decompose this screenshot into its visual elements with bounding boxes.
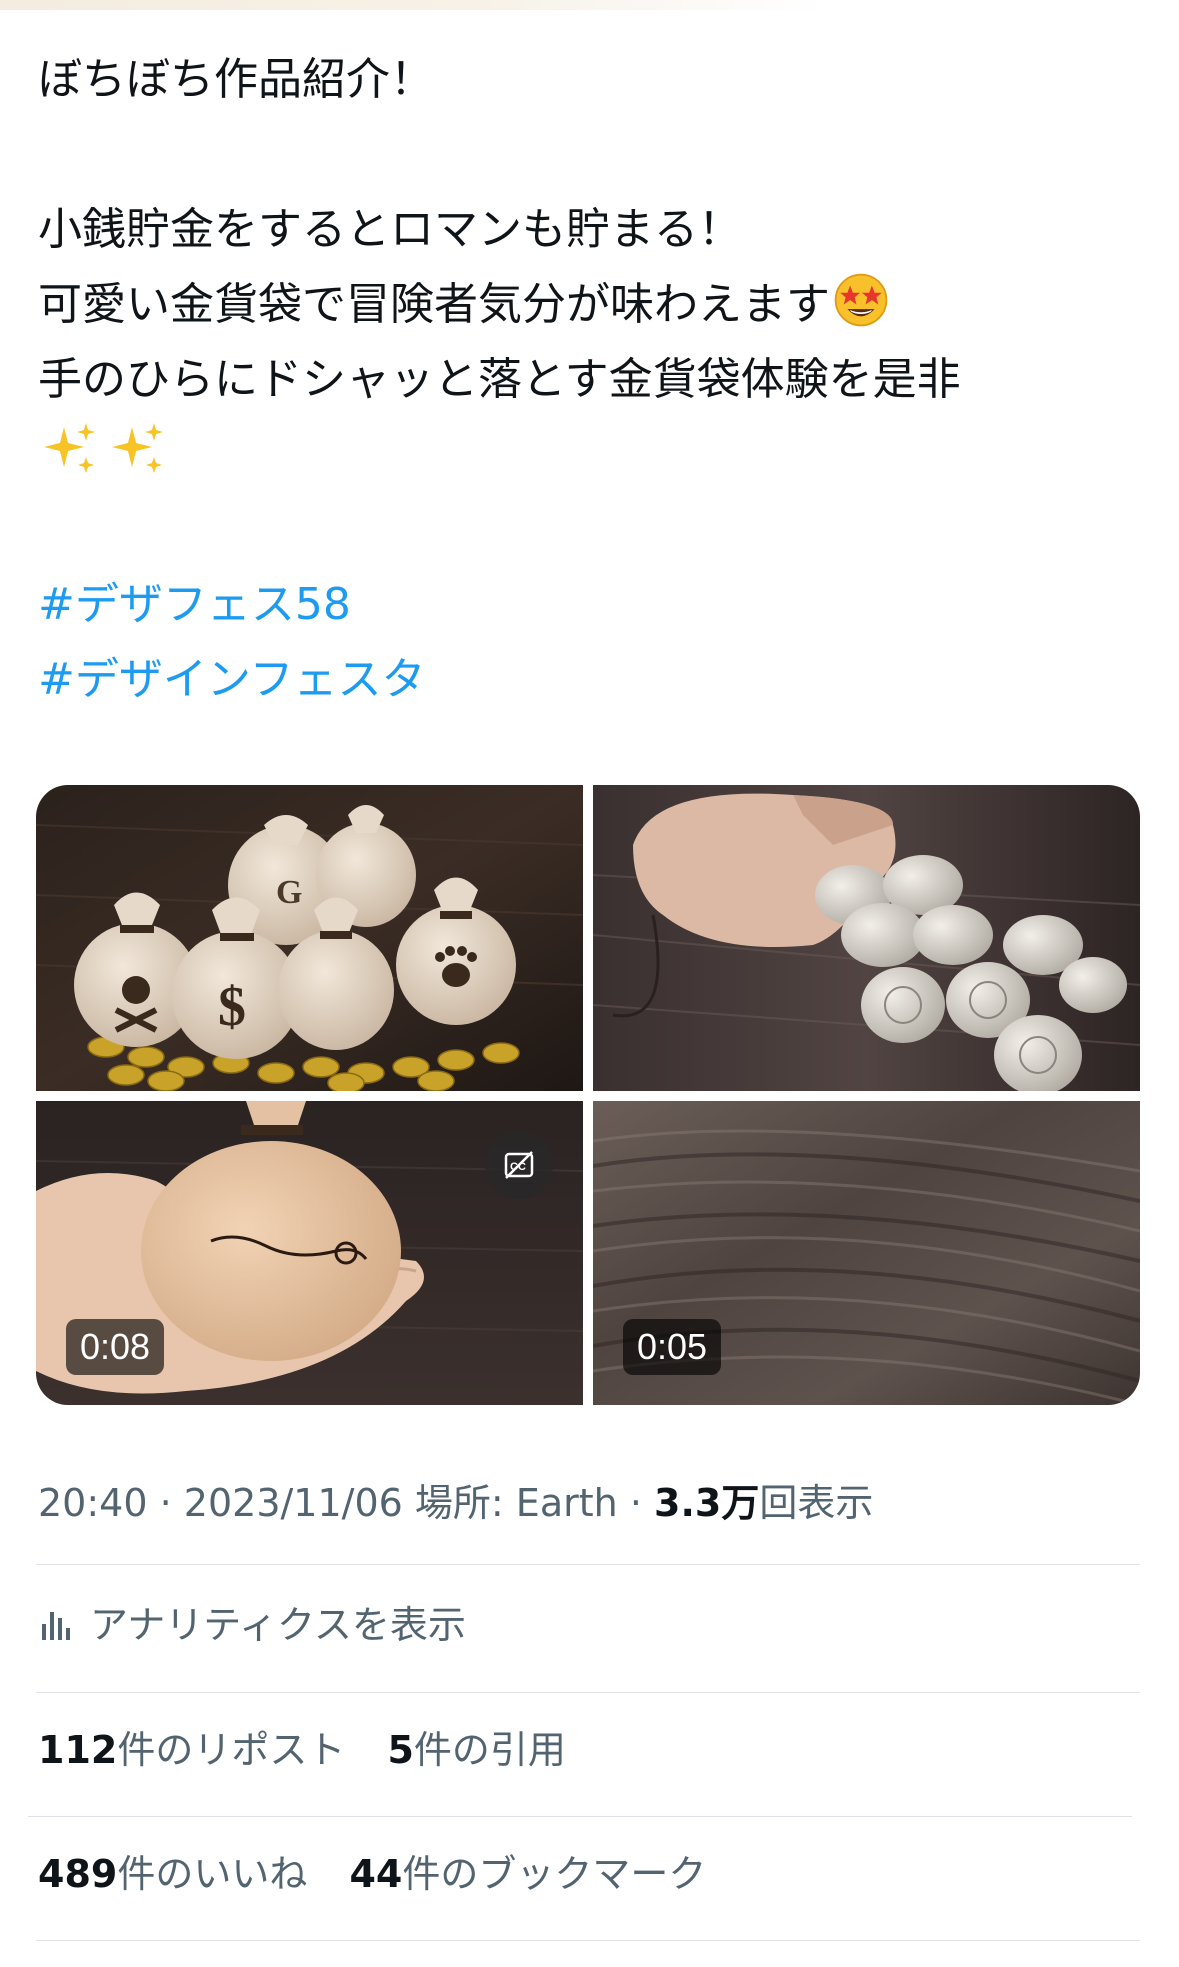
media-grid: G $ 0:08 0:05	[36, 785, 1140, 1405]
tweet-line-2: 小銭貯金をするとロマンも貯まる！	[38, 204, 742, 255]
quotes-stat[interactable]: 5件の引用	[387, 1728, 565, 1772]
meta-separator: ·	[629, 1481, 642, 1525]
reposts-count: 112	[38, 1728, 118, 1772]
media-photo-pouch-coins[interactable]	[593, 785, 1140, 1091]
star-struck-emoji-icon	[834, 273, 888, 327]
video-duration-badge: 0:08	[66, 1319, 165, 1375]
tweet-date[interactable]: 2023/11/06	[184, 1481, 403, 1525]
captions-toggle-button[interactable]: CC	[485, 1131, 553, 1199]
video-duration-badge: 0:05	[623, 1319, 722, 1375]
media-video-wooden-table[interactable]: 0:05	[593, 1101, 1140, 1405]
tweet-line-1: ぼちぼち作品紹介！	[38, 54, 434, 105]
tweet-line-3: 可愛い金貨袋で冒険者気分が味わえます	[38, 267, 1148, 342]
svg-text:G: G	[276, 874, 302, 911]
likes-stat[interactable]: 489件のいいね	[38, 1852, 307, 1896]
captions-off-icon: CC	[504, 1151, 534, 1179]
tweet-location: 場所: Earth	[414, 1481, 618, 1525]
top-edge	[0, 0, 1179, 10]
sparkles-icon	[112, 423, 163, 473]
view-analytics-link[interactable]: アナリティクスを表示	[38, 1597, 466, 1653]
divider	[36, 1692, 1140, 1693]
svg-text:$: $	[218, 976, 246, 1038]
tweet-line-4: 手のひらにドシャッと落とす金貨袋体験を是非	[38, 354, 961, 405]
likes-count: 489	[38, 1852, 118, 1896]
reposts-stat[interactable]: 112件のリポスト	[38, 1728, 345, 1772]
media-video-pouch-in-hand[interactable]: CC 0:08	[36, 1101, 583, 1405]
divider	[28, 1816, 1132, 1817]
sparkles-icon	[44, 423, 95, 473]
divider	[36, 1940, 1140, 1941]
views-label: 回表示	[759, 1481, 874, 1525]
tweet-time[interactable]: 20:40	[38, 1481, 148, 1525]
reposts-label: 件のリポスト	[117, 1728, 346, 1772]
quotes-label: 件の引用	[413, 1728, 566, 1772]
bookmarks-count: 44	[349, 1852, 403, 1896]
hashtag-link-1[interactable]: #デザフェス58	[38, 567, 1148, 642]
hashtag-link-2[interactable]: #デザインフェスタ	[38, 642, 1148, 717]
divider	[36, 1564, 1140, 1565]
likes-label: 件のいいね	[117, 1852, 308, 1896]
bar-chart-icon	[42, 1612, 70, 1640]
pouch-coins-image	[593, 785, 1140, 1091]
bookmarks-stat[interactable]: 44件のブックマーク	[349, 1852, 706, 1896]
like-bookmark-stats: 489件のいいね 44件のブックマーク	[38, 1846, 736, 1902]
views-count: 3.3万	[654, 1481, 760, 1525]
repost-quote-stats: 112件のリポスト 5件の引用	[38, 1722, 596, 1778]
tweet-line-5	[38, 417, 1148, 492]
tweet-text: ぼちぼち作品紹介！ 小銭貯金をするとロマンも貯まる！ 可愛い金貨袋で冒険者気分が…	[38, 42, 1148, 717]
meta-separator: ·	[159, 1481, 172, 1525]
tweet-meta: 20:40 · 2023/11/06 場所: Earth · 3.3万回表示	[38, 1475, 873, 1531]
bookmarks-label: 件のブックマーク	[402, 1852, 707, 1896]
tweet-line-3-text: 可愛い金貨袋で冒険者気分が味わえます	[38, 279, 830, 330]
quotes-count: 5	[387, 1728, 414, 1772]
media-photo-money-bags[interactable]: G $	[36, 785, 583, 1091]
money-bags-image: G $	[36, 785, 583, 1091]
analytics-label: アナリティクスを表示	[90, 1603, 466, 1647]
